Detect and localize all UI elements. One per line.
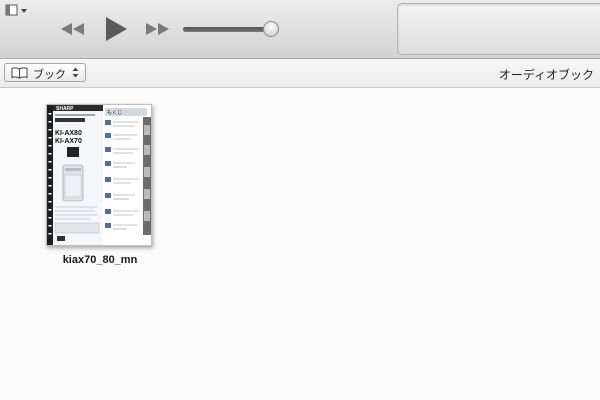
status-display [397,3,600,55]
player-toolbar [0,0,600,59]
fast-forward-icon [146,23,169,35]
library-item[interactable]: SHARP KI-AX80 KI-AX70 もくじ kiax70_80_mn [44,104,156,269]
book-title: kiax70_80_mn [62,254,138,266]
fast-forward-button[interactable] [142,21,172,37]
cover-heading: もくじ [107,110,122,116]
cover-model-2: KI-AX70 [55,138,82,145]
library-subbar: ブック オーディオブック [0,59,600,88]
book-cover-thumbnail[interactable]: SHARP KI-AX80 KI-AX70 もくじ [46,104,152,246]
media-type-popup[interactable]: ブック [4,63,86,82]
chevron-updown-icon [72,67,79,78]
book-icon [11,67,28,79]
cover-brand: SHARP [56,106,74,112]
volume-slider[interactable] [183,21,287,39]
play-icon [106,17,127,41]
cover-model-1: KI-AX80 [55,130,82,137]
rewind-button[interactable] [58,21,88,37]
rewind-icon [61,23,84,35]
section-title: オーディオブック [498,68,594,82]
volume-fill [183,27,270,32]
play-button[interactable] [102,15,130,43]
sidebar-toggle-icon[interactable] [5,4,31,18]
media-type-label: ブック [33,69,66,81]
library-grid: SHARP KI-AX80 KI-AX70 もくじ kiax70_80_mn [0,88,600,400]
volume-knob[interactable] [263,21,280,37]
